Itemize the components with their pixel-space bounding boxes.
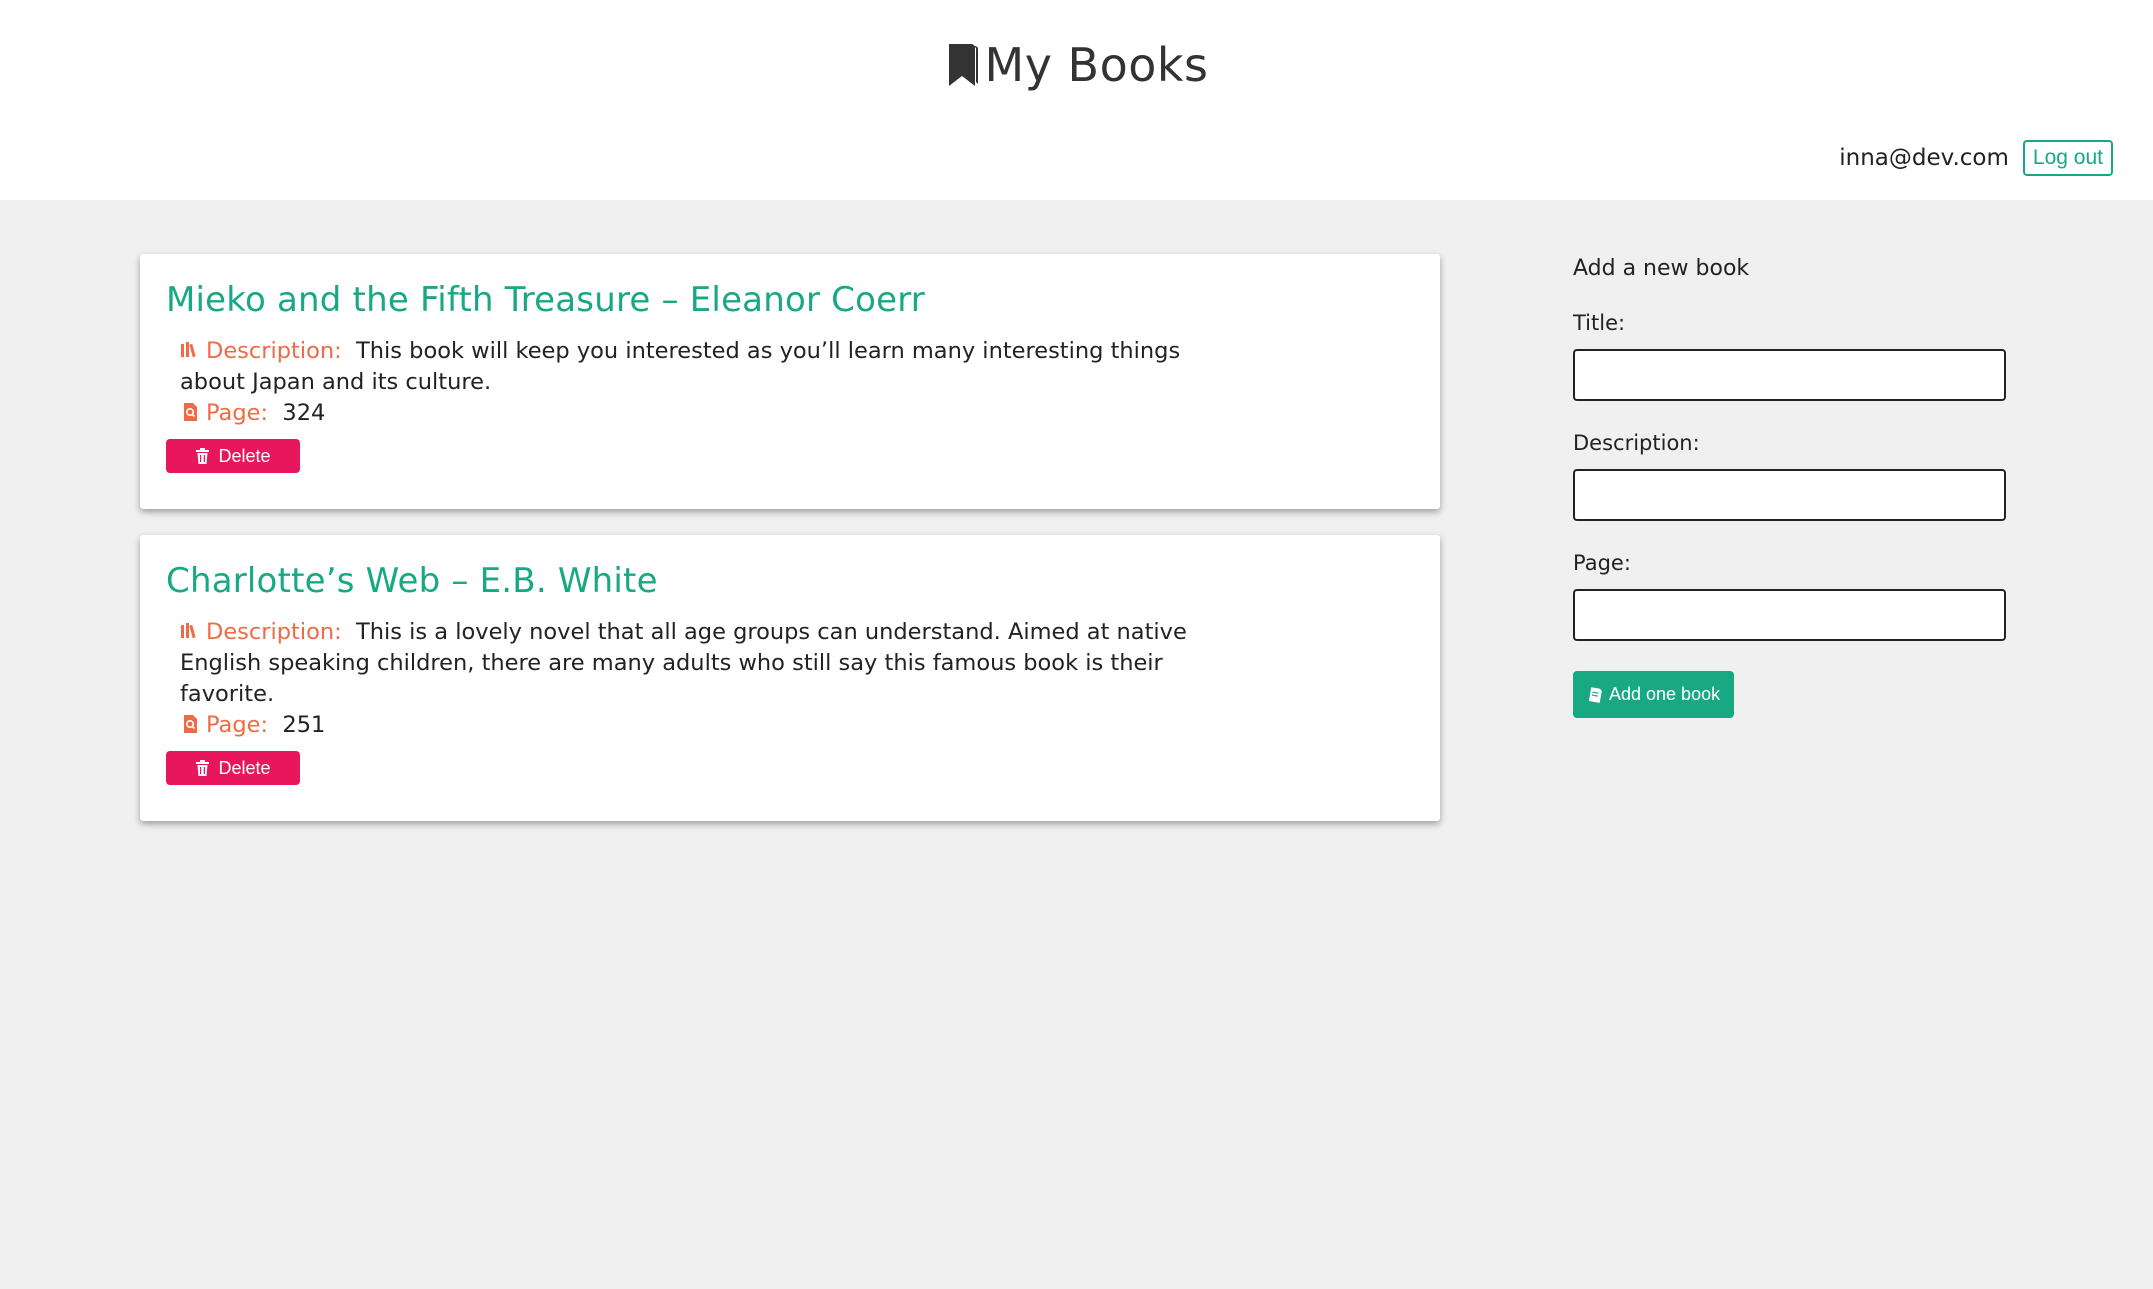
bookmark-icon <box>948 44 978 86</box>
page-search-icon <box>184 715 197 733</box>
book-add-icon <box>1588 686 1602 703</box>
add-book-button[interactable]: Add one book <box>1573 671 1735 718</box>
trash-icon <box>196 448 210 464</box>
description-field-label: Description: <box>1573 431 1700 455</box>
book-card: Charlotte’s Web – E.B. White Description… <box>140 535 1440 821</box>
delete-label: Delete <box>218 757 271 778</box>
book-title: Charlotte’s Web – E.B. White <box>166 561 658 601</box>
book-card: Mieko and the Fifth Treasure – Eleanor C… <box>140 254 1440 509</box>
page-title: My Books <box>984 38 1209 92</box>
description-label: Description: <box>206 338 342 364</box>
add-book-label: Add one book <box>1609 684 1721 704</box>
book-page: 324 <box>282 400 326 426</box>
add-book-form: Add a new book Title: Description: Page:… <box>1573 254 2013 718</box>
book-title: Mieko and the Fifth Treasure – Eleanor C… <box>166 280 925 320</box>
form-heading: Add a new book <box>1573 256 1750 281</box>
page-search-icon <box>184 403 197 421</box>
book-info: Description: This is a lovely novel that… <box>166 617 1230 741</box>
description-label: Description: <box>206 619 342 645</box>
page-label: Page: <box>206 712 269 738</box>
title-label: Title: <box>1573 311 1626 335</box>
description-input[interactable] <box>1573 469 2006 521</box>
books-icon <box>181 623 196 639</box>
book-page: 251 <box>282 712 326 738</box>
book-list: Mieko and the Fifth Treasure – Eleanor C… <box>140 254 1440 847</box>
user-email: inna@dev.com <box>1839 145 2009 171</box>
delete-button[interactable]: Delete <box>166 439 300 473</box>
app-title: My Books <box>0 38 2153 92</box>
title-input[interactable] <box>1573 349 2006 401</box>
page-field-label: Page: <box>1573 551 1631 575</box>
logout-button[interactable]: Log out <box>2022 140 2113 176</box>
delete-label: Delete <box>218 445 271 466</box>
books-icon <box>181 342 196 358</box>
header: My Books inna@dev.com Log out <box>0 0 2153 200</box>
delete-button[interactable]: Delete <box>166 751 300 785</box>
book-info: Description: This book will keep you int… <box>166 336 1230 429</box>
page-label: Page: <box>206 400 269 426</box>
trash-icon <box>196 760 210 776</box>
page-input[interactable] <box>1573 589 2006 641</box>
user-area: inna@dev.com Log out <box>1839 140 2113 176</box>
